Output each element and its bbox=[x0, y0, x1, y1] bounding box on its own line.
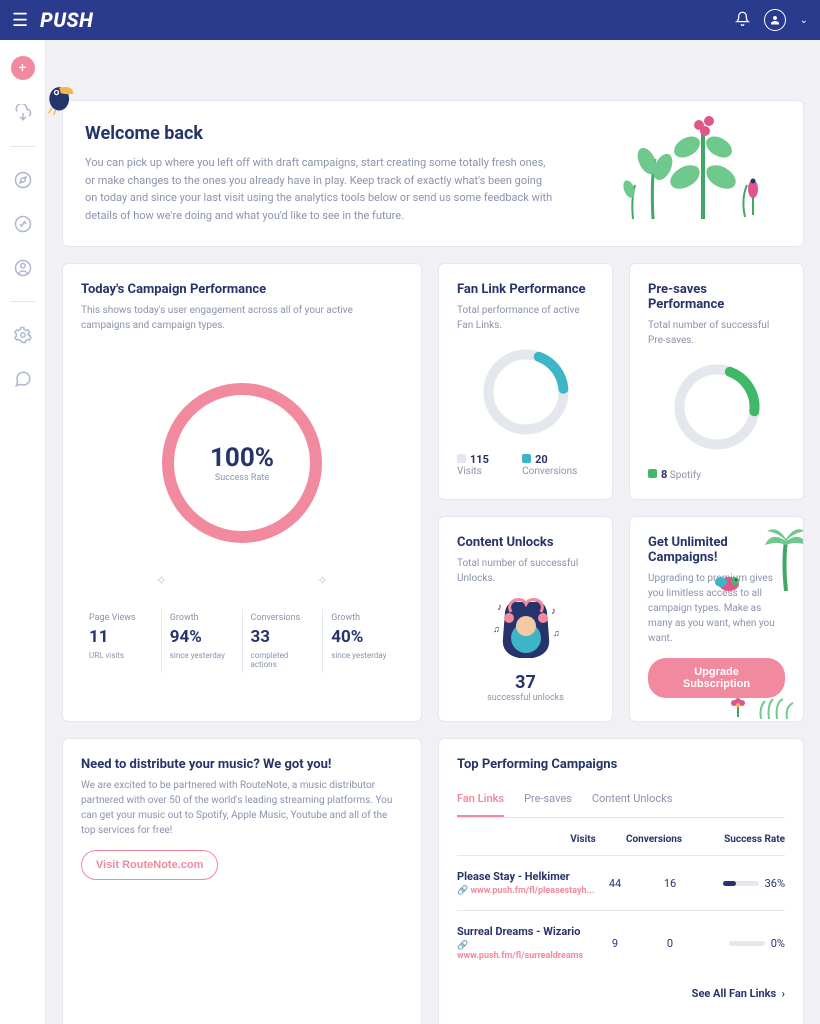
legend: 8 Spotify bbox=[648, 468, 785, 481]
chat-icon[interactable] bbox=[12, 368, 34, 390]
upgrade-button[interactable]: Upgrade Subscription bbox=[648, 658, 785, 698]
fanlink-donut bbox=[481, 347, 571, 437]
link-icon: 🔗 bbox=[457, 886, 468, 896]
stat-page-views: Page Views11URL visits bbox=[81, 609, 161, 673]
progress-bar bbox=[723, 881, 759, 886]
tab-pre-saves[interactable]: Pre-saves bbox=[524, 782, 572, 817]
svg-text:♫: ♫ bbox=[493, 625, 500, 635]
gear-icon[interactable] bbox=[12, 324, 34, 346]
today-performance-card: Today's Campaign Performance This shows … bbox=[62, 263, 422, 722]
avatar[interactable] bbox=[764, 9, 786, 31]
progress-bar bbox=[729, 941, 765, 946]
table-row[interactable]: Surreal Dreams - Wizario 🔗 www.push.fm/f… bbox=[457, 910, 785, 975]
campaign-url: www.push.fm/fl/pleasestayh... bbox=[470, 886, 594, 896]
stat-growth-1: Growth94%since yesterday bbox=[161, 609, 242, 673]
card-body: We are excited to be partnered with Rout… bbox=[81, 778, 403, 838]
decoration: ✧✧ bbox=[81, 573, 403, 589]
bird-icon bbox=[707, 573, 743, 595]
mini-stats: Page Views11URL visits Growth94%since ye… bbox=[81, 609, 403, 673]
tab-fan-links[interactable]: Fan Links bbox=[457, 782, 504, 817]
main-content: Welcome back You can pick up where you l… bbox=[46, 40, 820, 1024]
svg-text:♪: ♪ bbox=[497, 602, 502, 613]
distribute-card: Need to distribute your music? We got yo… bbox=[62, 738, 422, 1024]
flower-icon bbox=[727, 693, 749, 717]
divider bbox=[10, 301, 36, 302]
topbar: ☰ PUSH ⌄ bbox=[0, 0, 820, 40]
success-rate-label: Success Rate bbox=[215, 473, 269, 483]
card-title: Top Performing Campaigns bbox=[457, 757, 785, 772]
card-title: Need to distribute your music? We got yo… bbox=[81, 757, 403, 772]
tabs: Fan Links Pre-saves Content Unlocks bbox=[457, 782, 785, 818]
card-sub: Total performance of active Fan Links. bbox=[457, 303, 594, 333]
compass-icon[interactable] bbox=[12, 169, 34, 191]
grass-icon bbox=[757, 693, 795, 719]
card-title: Pre-saves Performance bbox=[648, 282, 785, 312]
unlocks-label: successful unlocks bbox=[457, 693, 594, 703]
sidebar: + bbox=[0, 40, 46, 1024]
stat-growth-2: Growth40%since yesterday bbox=[322, 609, 403, 673]
chevron-down-icon[interactable]: ⌄ bbox=[800, 15, 808, 26]
stat-conversions: Conversions33completed actions bbox=[242, 609, 323, 673]
headphones-illustration: ♪ ♪ ♫ ♫ bbox=[457, 594, 594, 666]
presave-card: Pre-saves Performance Total number of su… bbox=[629, 263, 804, 500]
campaign-name: Please Stay - Helkimer bbox=[457, 870, 595, 883]
divider bbox=[10, 146, 36, 147]
link-icon: 🔗 bbox=[457, 941, 468, 951]
svg-text:♪: ♪ bbox=[551, 606, 556, 617]
unlocks-value: 37 bbox=[457, 672, 594, 693]
visit-routenote-button[interactable]: Visit RouteNote.com bbox=[81, 850, 218, 880]
card-title: Today's Campaign Performance bbox=[81, 282, 403, 297]
toucan-icon bbox=[46, 79, 79, 115]
unlocks-card: Content Unlocks Total number of successf… bbox=[438, 516, 613, 722]
tab-content-unlocks[interactable]: Content Unlocks bbox=[592, 782, 673, 817]
success-rate-donut: 100% Success Rate bbox=[162, 383, 322, 543]
card-sub: This shows today's user engagement acros… bbox=[81, 303, 403, 333]
svg-text:♫: ♫ bbox=[553, 629, 560, 639]
success-rate-value: 100% bbox=[210, 443, 274, 473]
card-title: Fan Link Performance bbox=[457, 282, 594, 297]
welcome-body: You can pick up where you left off with … bbox=[85, 154, 555, 224]
card-sub: Total number of successful Unlocks. bbox=[457, 556, 594, 586]
table-header: Visits Conversions Success Rate bbox=[457, 820, 785, 855]
palm-icon bbox=[763, 521, 804, 591]
bell-icon[interactable] bbox=[735, 11, 750, 30]
upgrade-card: Get Unlimited Campaigns! Upgrading to pr… bbox=[629, 516, 804, 722]
campaign-url: www.push.fm/fl/surrealdreams bbox=[457, 951, 583, 961]
card-sub: Total number of successful Pre-saves. bbox=[648, 318, 785, 348]
cloud-download-icon[interactable] bbox=[12, 102, 34, 124]
table-row[interactable]: Please Stay - Helkimer 🔗 www.push.fm/fl/… bbox=[457, 855, 785, 910]
card-title: Content Unlocks bbox=[457, 535, 594, 550]
user-icon[interactable] bbox=[12, 257, 34, 279]
create-button[interactable]: + bbox=[11, 56, 35, 80]
legend: 115 Visits 20 Conversions bbox=[457, 453, 594, 477]
menu-icon[interactable]: ☰ bbox=[12, 10, 28, 31]
activity-icon[interactable] bbox=[12, 213, 34, 235]
presave-donut bbox=[672, 362, 762, 452]
welcome-card: Welcome back You can pick up where you l… bbox=[62, 100, 804, 247]
plants-illustration bbox=[613, 89, 783, 229]
top-performing-card: Top Performing Campaigns Fan Links Pre-s… bbox=[438, 738, 804, 1024]
see-all-link[interactable]: See All Fan Links › bbox=[457, 975, 785, 1000]
fanlink-card: Fan Link Performance Total performance o… bbox=[438, 263, 613, 500]
brand-logo[interactable]: PUSH bbox=[40, 8, 93, 32]
campaign-name: Surreal Dreams - Wizario bbox=[457, 925, 595, 938]
